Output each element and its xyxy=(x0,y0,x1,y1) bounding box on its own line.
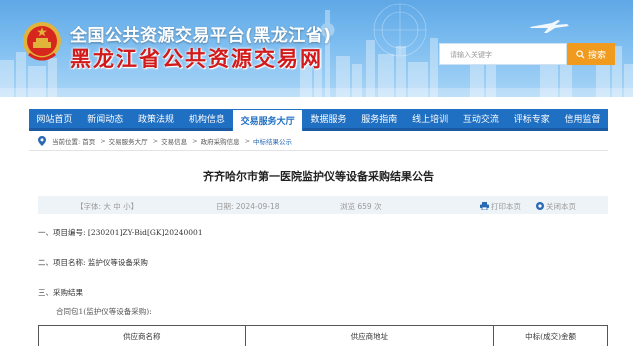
nav-item-credit[interactable]: 信用监督 xyxy=(557,109,608,128)
breadcrumb-current[interactable]: 中标结果公示 xyxy=(253,136,292,146)
nav-item-guide[interactable]: 服务指南 xyxy=(354,109,405,128)
search-button-label: 搜索 xyxy=(587,50,606,61)
nav-item-trading-hall[interactable]: 交易服务大厅 xyxy=(232,109,304,131)
nav-item-interaction[interactable]: 互动交流 xyxy=(456,109,507,128)
contract-package-label: 合同包1(监护仪等设备采购): xyxy=(56,307,152,316)
breadcrumb-separator: > xyxy=(152,137,159,145)
nav-item-data-service[interactable]: 数据服务 xyxy=(303,109,354,128)
site-title: 黑龙江省公共资源交易网 xyxy=(70,47,323,71)
national-emblem-icon xyxy=(23,22,61,61)
print-page-label: 打印本页 xyxy=(491,202,521,211)
col-header-supplier-address: 供应商地址 xyxy=(244,325,495,346)
print-page-link[interactable]: 打印本页 xyxy=(480,201,521,212)
article-title: 齐齐哈尔市第一医院监护仪等设备采购结果公告 xyxy=(203,170,434,183)
main-nav: 网站首页 新闻动态 政策法规 机构信息 交易服务大厅 数据服务 服务指南 线上培… xyxy=(29,109,608,131)
view-count: 浏览 659 次 xyxy=(340,202,382,211)
breadcrumb-gov-procurement[interactable]: 政府采购信息 xyxy=(201,136,240,146)
printer-icon xyxy=(480,202,489,210)
breadcrumb-divider xyxy=(29,150,608,151)
result-table: 供应商名称 供应商地址 中标(成交)金额 xyxy=(38,325,608,346)
section-project-number: 一、项目编号: [230201]ZY-Bid[GK]20240001 xyxy=(38,228,203,237)
site-banner: 全国公共资源交易平台(黑龙江省) 黑龙江省公共资源交易网 请输入关键字 搜索 xyxy=(0,0,633,97)
breadcrumb-separator: > xyxy=(100,137,106,145)
search-input[interactable]: 请输入关键字 xyxy=(439,43,567,65)
breadcrumb-home[interactable]: 首页 xyxy=(82,136,95,146)
nav-item-home[interactable]: 网站首页 xyxy=(29,109,80,128)
location-pin-icon xyxy=(38,136,46,146)
nav-item-training[interactable]: 线上培训 xyxy=(405,109,456,128)
font-size-switcher[interactable]: 【字体: 大 中 小】 xyxy=(76,201,138,212)
search-icon xyxy=(576,49,585,59)
close-page-label: 关闭本页 xyxy=(546,202,576,211)
table-header-row: 供应商名称 供应商地址 中标(成交)金额 xyxy=(38,325,608,346)
breadcrumb-trading-info[interactable]: 交易信息 xyxy=(161,136,187,146)
section-project-name: 二、项目名称: 监护仪等设备采购 xyxy=(38,258,148,267)
section-procurement-result: 三、采购结果 xyxy=(38,288,83,297)
article-meta-bar: 【字体: 大 中 小】 日期: 2024-09-18 浏览 659 次 打印本页… xyxy=(38,196,608,214)
col-header-bid-amount: 中标(成交)金额 xyxy=(493,325,608,346)
breadcrumb-trading-hall[interactable]: 交易服务大厅 xyxy=(109,136,148,146)
breadcrumb-separator: > xyxy=(244,137,251,145)
breadcrumb-separator: > xyxy=(192,137,198,145)
publish-date: 日期: 2024-09-18 xyxy=(216,202,280,211)
breadcrumb-prefix: 当前位置: xyxy=(52,138,81,146)
col-header-supplier-name: 供应商名称 xyxy=(38,325,246,346)
nav-item-agency[interactable]: 机构信息 xyxy=(181,109,232,128)
close-page-link[interactable]: 关闭本页 xyxy=(536,201,576,212)
nav-item-policy[interactable]: 政策法规 xyxy=(131,109,182,128)
nav-item-experts[interactable]: 评标专家 xyxy=(506,109,557,128)
nav-item-news[interactable]: 新闻动态 xyxy=(80,109,131,128)
close-circle-icon xyxy=(536,202,544,210)
breadcrumb: 当前位置: 首页 > 交易服务大厅 > 交易信息 > 政府采购信息 > 中标结果… xyxy=(38,134,294,148)
search-button[interactable]: 搜索 xyxy=(567,43,615,65)
